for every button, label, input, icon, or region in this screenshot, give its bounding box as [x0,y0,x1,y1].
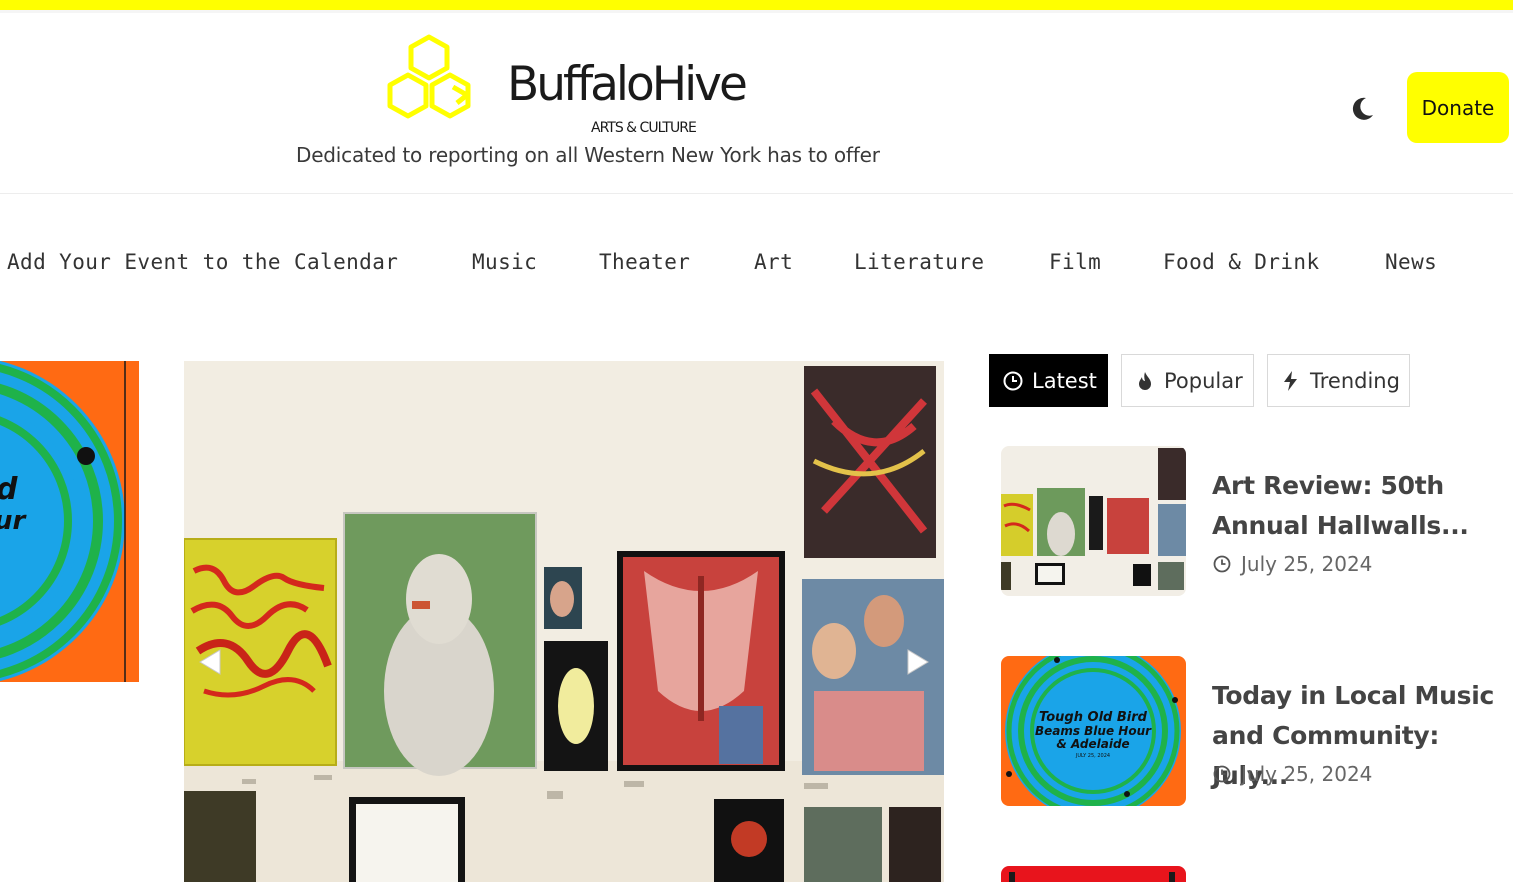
donate-button[interactable]: Donate [1407,72,1509,143]
nav-item-add-event[interactable]: Add Your Event to the Calendar [7,250,398,274]
post-date-text: July 25, 2024 [1241,552,1373,576]
post-date: July 25, 2024 [1212,552,1372,576]
slider-prev-arrow-icon[interactable] [196,647,226,677]
header-divider [0,193,1513,194]
list-item[interactable]: Art Review: 50th Annual Hallwalls... Jul… [1001,446,1501,596]
gallery-artwork-image [184,361,944,882]
site-tagline: Dedicated to reporting on all Western Ne… [296,143,880,167]
post-date-text: July 25, 2024 [1241,762,1373,786]
record-artwork-image: d ur [0,361,139,682]
thumb-line-2: Beams Blue Hour [1035,724,1152,738]
post-thumbnail[interactable] [1001,446,1186,596]
flame-icon [1139,371,1151,390]
site-header: BuffaloHive ARTS & CULTURE Dedicated to … [0,13,1513,193]
moon-icon[interactable] [1349,96,1375,122]
nav-item-art[interactable]: Art [754,250,793,274]
hive-logo-icon [387,34,471,119]
gallery-thumbnail-image [1001,446,1186,596]
tab-popular[interactable]: Popular [1121,354,1254,407]
clock-icon [1213,765,1231,783]
post-thumbnail[interactable]: Tough Old Bird Beams Blue Hour & Adelaid… [1001,656,1186,806]
nav-item-music[interactable]: Music [472,250,537,274]
nav-item-film[interactable]: Film [1049,250,1101,274]
list-item[interactable]: Tough Old Bird Beams Blue Hour & Adelaid… [1001,656,1501,806]
svg-text:d: d [0,472,18,507]
nav-item-theater[interactable]: Theater [599,250,690,274]
clock-icon [1213,555,1231,573]
tab-trending-label: Trending [1310,368,1400,393]
thumb-line-3: & Adelaide [1056,737,1129,751]
site-logo[interactable]: BuffaloHive ARTS & CULTURE [383,33,803,136]
bolt-icon [1284,370,1297,391]
tab-popular-label: Popular [1164,368,1243,393]
list-item[interactable] [1001,866,1501,882]
clock-icon [1003,371,1023,390]
slider-current-slide[interactable] [184,361,944,882]
nav-item-news[interactable]: News [1385,250,1437,274]
main-nav: Add Your Event to the Calendar Music The… [0,250,1513,280]
slider-next-arrow-icon[interactable] [902,647,932,677]
svg-text:ur: ur [0,506,28,536]
thumb-line-1: Tough Old Bird [1039,710,1148,725]
tab-latest-label: Latest [1032,368,1097,393]
post-thumbnail[interactable] [1001,866,1186,882]
slider-previous-slide[interactable]: d ur [0,361,139,682]
post-date: July 25, 2024 [1212,762,1372,786]
thumb-line-4: JULY 25, 2024 [1075,753,1110,759]
logo-wordmark: BuffaloHive [507,57,748,112]
post-thumbnail-image [1001,866,1186,882]
nav-item-literature[interactable]: Literature [854,250,984,274]
nav-item-food-drink[interactable]: Food & Drink [1163,250,1320,274]
tab-latest[interactable]: Latest [989,354,1108,407]
logo-subtitle: ARTS & CULTURE [591,120,697,136]
record-thumbnail-image: Tough Old Bird Beams Blue Hour & Adelaid… [1001,656,1186,806]
post-title[interactable]: Art Review: 50th Annual Hallwalls... [1212,466,1502,546]
tab-trending[interactable]: Trending [1267,354,1410,407]
top-accent-bar [0,0,1513,10]
